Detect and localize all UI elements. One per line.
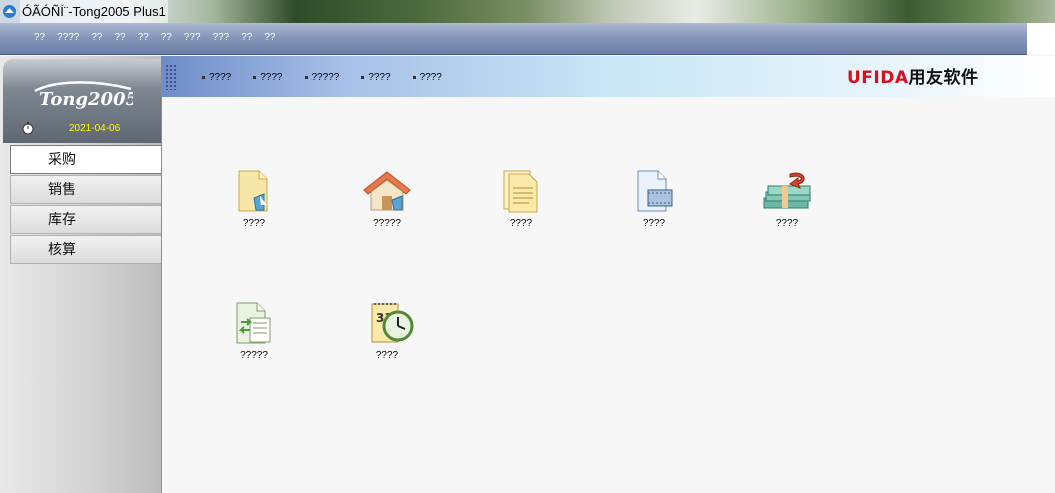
menu-item[interactable]: ??? [178,32,207,43]
menu-item[interactable]: ?? [235,32,258,43]
function-tile[interactable]: 31 ???? [347,300,427,361]
menubar-spacer [1027,23,1055,54]
function-tile[interactable]: ????? [347,168,427,229]
tile-label: ????? [373,218,401,229]
sidebar: Tong2005 2021-04-06 采购 销售 库存 核算 [0,56,162,493]
money-return-icon [763,172,811,209]
document-exchange-icon [236,302,271,344]
tong2005-logo: Tong2005 [34,81,133,109]
function-tile[interactable]: ????? [214,300,294,361]
content-header: ???? ???? ????? ???? ???? UFIDA用友软件 [162,56,1055,97]
nav-item-sales[interactable]: 销售 [10,175,161,204]
grip-dots [165,64,177,90]
nav-item-inventory[interactable]: 库存 [10,205,161,234]
menu-item[interactable]: ?? [155,32,178,43]
tile-label: ???? [642,218,666,229]
function-tile[interactable]: ???? [481,168,561,229]
nav-item-accounting[interactable]: 核算 [10,235,161,264]
window-title: ÓÃÓÑÍ¨-Tong2005 Plus1 [20,0,168,23]
quick-link[interactable]: ???? [253,72,282,83]
module-nav: 采购 销售 库存 核算 [10,145,161,265]
svg-text:Tong2005: Tong2005 [39,89,133,109]
current-date: 2021-04-06 [69,123,121,134]
logo-panel: Tong2005 2021-04-06 [3,59,161,143]
document-arrow-icon [238,170,268,212]
documents-stack-icon [503,170,538,213]
window-title-bar: ÓÃÓÑÍ¨-Tong2005 Plus1 [0,0,1055,23]
calendar-clock-icon: 31 [371,303,414,343]
brand-latin: UFIDA [847,68,909,88]
tile-label: ???? [509,218,533,229]
function-tile[interactable]: ???? [747,168,827,229]
menu-item[interactable]: ?? [109,32,132,43]
quick-link[interactable]: ???? [202,72,231,83]
tile-label: ????? [240,350,268,361]
stopwatch-icon [22,122,34,135]
menu-item[interactable]: ?? [132,32,155,43]
brand-chinese: 用友软件 [908,68,979,88]
tile-label: ???? [375,350,399,361]
quick-link[interactable]: ???? [413,72,442,83]
brand-logo: UFIDA用友软件 [847,63,979,88]
menu-item[interactable]: ??? [207,32,236,43]
menu-item[interactable]: ?? [28,32,51,43]
menu-item[interactable]: ?? [258,32,281,43]
menu-bar: ?? ???? ?? ?? ?? ?? ??? ??? ?? ?? [0,23,1027,55]
quick-link[interactable]: ????? [305,72,340,83]
function-tile[interactable]: ???? [214,168,294,229]
house-icon [363,171,411,211]
document-film-icon [637,170,673,212]
nav-item-purchase[interactable]: 采购 [10,145,161,174]
menu-item[interactable]: ???? [51,32,85,43]
function-tile[interactable]: ???? [614,168,694,229]
quick-link[interactable]: ???? [361,72,390,83]
app-icon [3,5,16,18]
tile-label: ???? [775,218,799,229]
tile-label: ???? [242,218,266,229]
menu-item[interactable]: ?? [85,32,108,43]
